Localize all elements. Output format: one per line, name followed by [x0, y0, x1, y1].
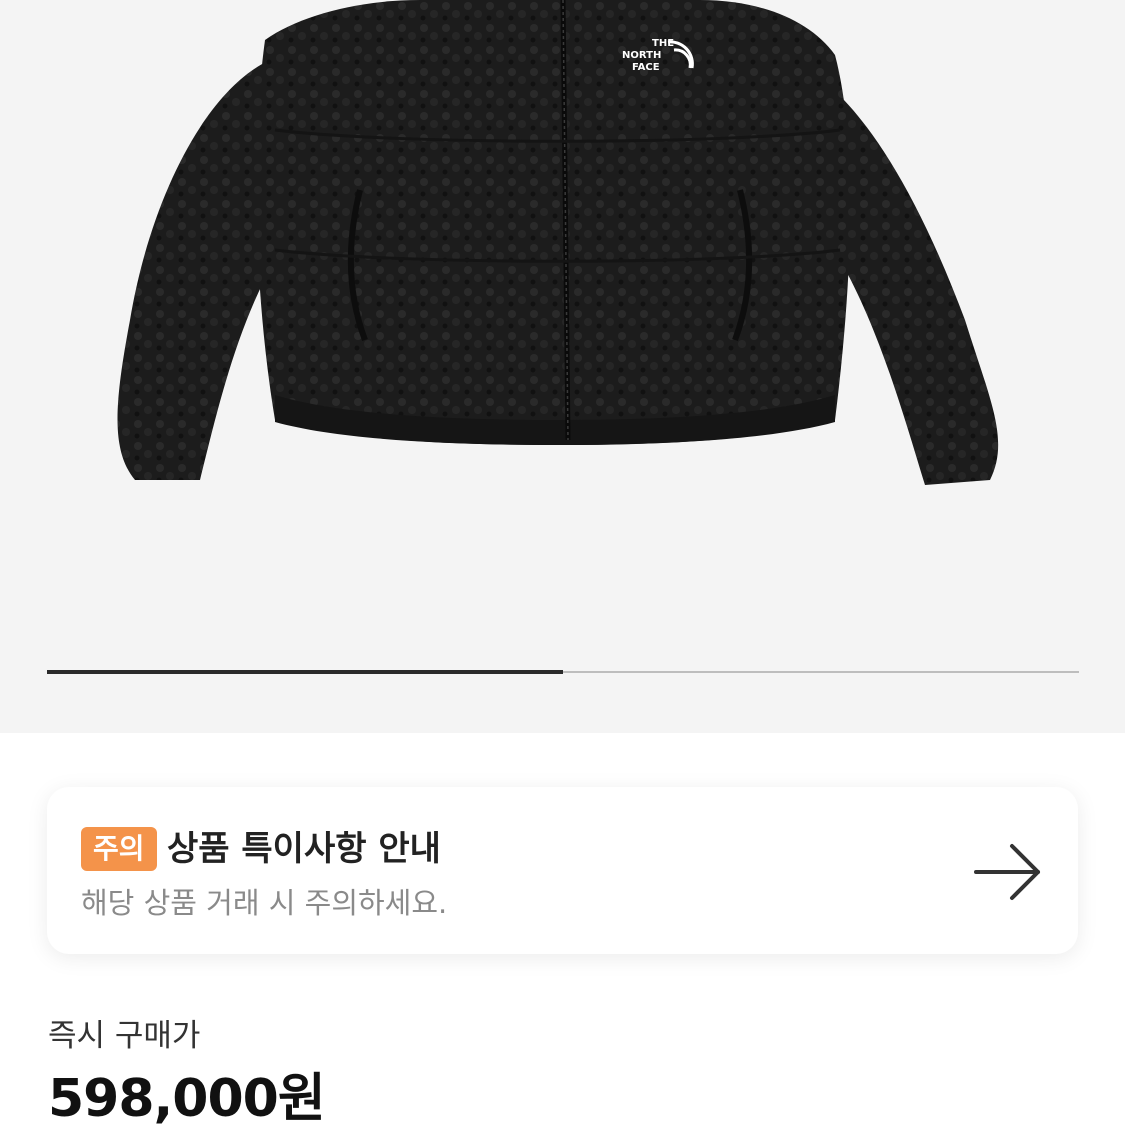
- instant-buy-price: 598,000원: [48, 1069, 326, 1129]
- notice-title: 상품 특이사항 안내: [167, 829, 441, 869]
- notice-subtitle: 해당 상품 거래 시 주의하세요.: [81, 886, 448, 920]
- instant-buy-label: 즉시 구매가: [48, 1018, 201, 1054]
- caution-badge: 주의: [81, 827, 157, 871]
- logo-line-1: THE: [652, 38, 674, 49]
- product-notice-card[interactable]: 주의 상품 특이사항 안내 해당 상품 거래 시 주의하세요.: [47, 787, 1078, 954]
- logo-line-3: FACE: [632, 62, 660, 73]
- product-image-gallery[interactable]: THE NORTH FACE: [0, 0, 1125, 733]
- product-image: THE NORTH FACE: [117, 0, 999, 485]
- logo-line-2: NORTH: [622, 50, 661, 61]
- notice-arrow-button[interactable]: [968, 837, 1048, 907]
- arrow-right-icon: [974, 844, 1040, 900]
- image-progress-track: [47, 670, 1079, 674]
- image-progress-fill: [47, 670, 563, 674]
